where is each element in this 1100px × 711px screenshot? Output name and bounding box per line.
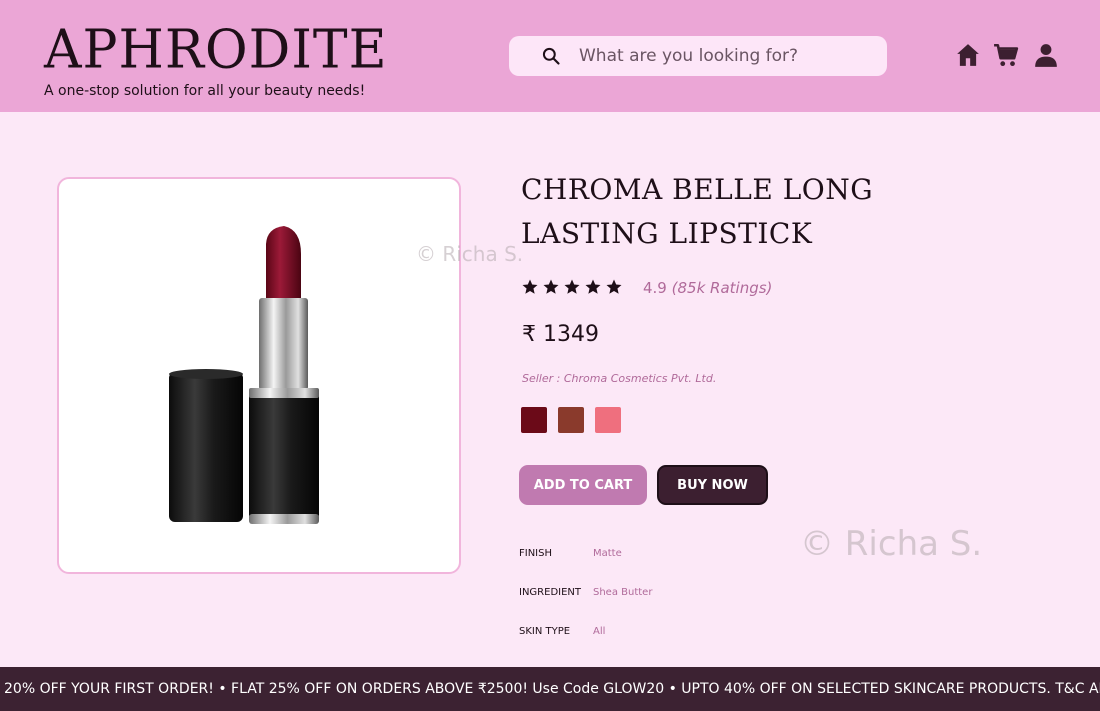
- product-price: ₹ 1349: [522, 322, 599, 347]
- promo-text: 20% OFF YOUR FIRST ORDER! • FLAT 25% OFF…: [4, 681, 1100, 697]
- search-icon[interactable]: [541, 46, 561, 66]
- site-header: APHRODITE A one-stop solution for all yo…: [0, 0, 1100, 112]
- home-icon[interactable]: [955, 42, 981, 68]
- lipstick-image: [169, 226, 319, 524]
- star-icon: [606, 279, 622, 294]
- cart-icon[interactable]: [993, 42, 1019, 68]
- search-bar[interactable]: [509, 36, 887, 76]
- star-icon: [564, 279, 580, 294]
- rating-text: 4.9 (85k Ratings): [643, 279, 772, 297]
- watermark: © Richa S.: [416, 242, 524, 266]
- attribute-value: Shea Butter: [593, 587, 653, 598]
- search-input[interactable]: [579, 36, 879, 76]
- promo-ticker: 20% OFF YOUR FIRST ORDER! • FLAT 25% OFF…: [0, 667, 1100, 711]
- attribute-label: INGREDIENT: [519, 587, 582, 598]
- color-swatches: [521, 407, 621, 433]
- tagline: A one-stop solution for all your beauty …: [44, 83, 366, 99]
- logo[interactable]: APHRODITE: [44, 19, 388, 80]
- swatch-dark-red[interactable]: [521, 407, 547, 433]
- add-to-cart-button[interactable]: ADD TO CART: [519, 465, 647, 505]
- seller-info[interactable]: Seller : Chroma Cosmetics Pvt. Ltd.: [522, 372, 716, 385]
- rating-value: 4.9: [643, 279, 667, 297]
- buy-now-button[interactable]: BUY NOW: [657, 465, 768, 505]
- star-icon: [543, 279, 559, 294]
- attribute-value: Matte: [593, 548, 622, 559]
- user-icon[interactable]: [1033, 42, 1059, 68]
- swatch-brown[interactable]: [558, 407, 584, 433]
- watermark: © Richa S.: [800, 524, 983, 564]
- product-image-card: [57, 177, 461, 574]
- star-icon: [585, 279, 601, 294]
- star-rating: [521, 278, 623, 296]
- attribute-label: SKIN TYPE: [519, 626, 571, 637]
- rating-count[interactable]: (85k Ratings): [672, 279, 773, 297]
- product-title: CHROMA BELLE LONG LASTING LIPSTICK: [521, 173, 874, 250]
- swatch-pink[interactable]: [595, 407, 621, 433]
- attribute-value: All: [593, 626, 606, 637]
- attribute-label: FINISH: [519, 548, 552, 559]
- star-icon: [522, 279, 538, 294]
